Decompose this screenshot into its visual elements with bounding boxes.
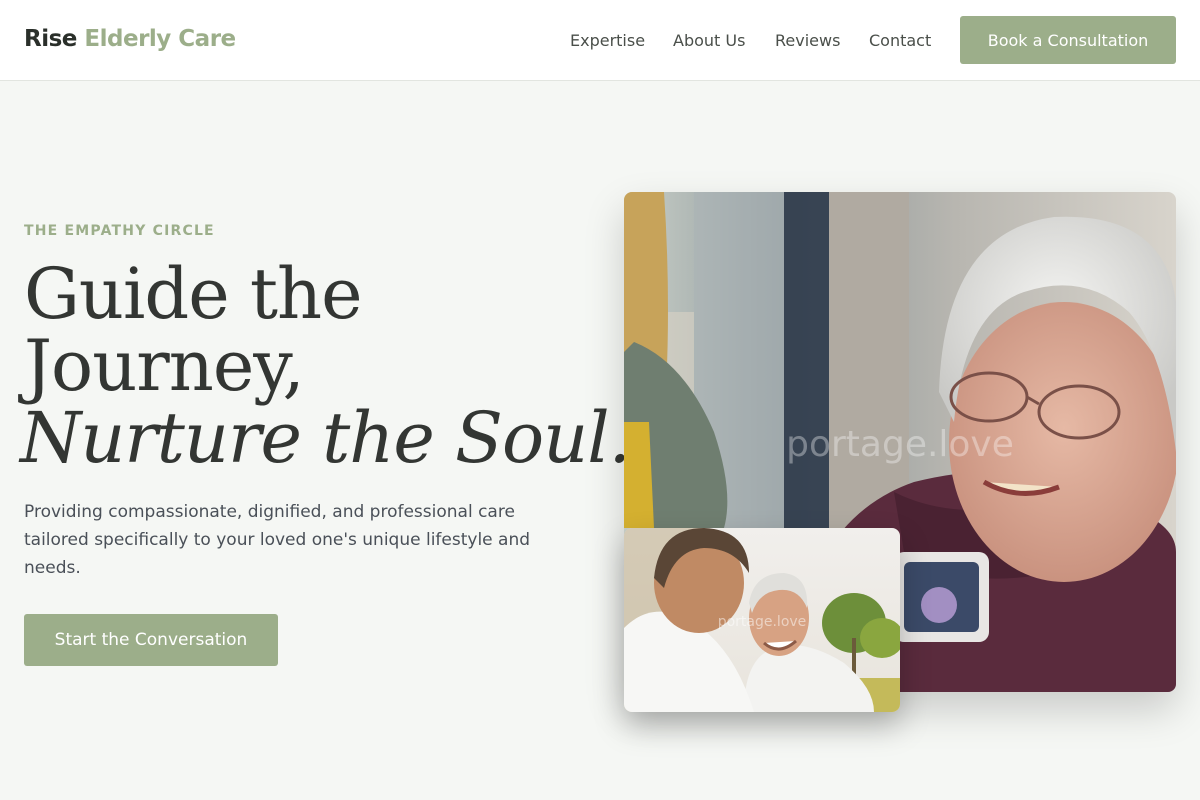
nav-expertise[interactable]: Expertise <box>570 31 645 50</box>
hero-subtitle: Providing compassionate, dignified, and … <box>24 502 531 578</box>
logo-primary-text: Rise <box>24 26 77 52</box>
logo-secondary-text: Elderly Care <box>84 26 236 52</box>
nav-about-us[interactable]: About Us <box>673 31 745 50</box>
headline-line-2: Journey, <box>24 325 305 407</box>
book-consultation-button[interactable]: Book a Consultation <box>960 16 1176 64</box>
headline-italic-line: Nurture the Soul. <box>20 397 631 479</box>
headline-line-1: Guide the <box>24 253 363 335</box>
photo-watermark: portage.love <box>786 424 1014 465</box>
logo[interactable]: Rise Elderly Care <box>24 26 236 52</box>
site-header: Rise Elderly Care Expertise About Us Rev… <box>0 0 1200 81</box>
hero-photo-elderly-man: portage.love <box>624 528 900 712</box>
nav-reviews[interactable]: Reviews <box>775 31 840 50</box>
photo-watermark-small: portage.love <box>717 614 807 630</box>
hero-eyebrow: THE EMPATHY CIRCLE <box>24 223 215 239</box>
hero-headline: Guide the Journey, Nurture the Soul. <box>20 253 631 474</box>
start-conversation-button[interactable]: Start the Conversation <box>24 614 278 666</box>
nav-contact[interactable]: Contact <box>869 31 931 50</box>
